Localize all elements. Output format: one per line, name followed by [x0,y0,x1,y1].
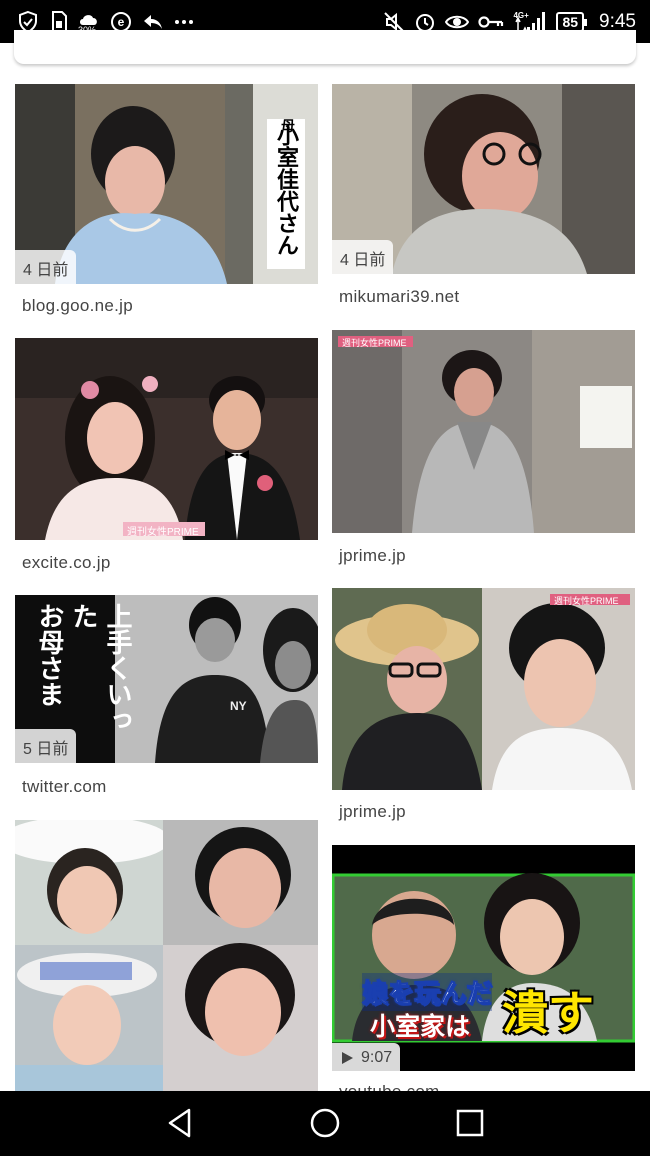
more-icon [174,19,194,25]
source-domain[interactable]: jprime.jp [339,802,406,822]
search-card[interactable] [14,30,636,64]
home-button[interactable] [305,1103,345,1143]
svg-text:e: e [118,15,125,29]
caption-line: お母さま [35,603,65,707]
source-domain[interactable]: twitter.com [22,777,107,797]
caption-line: 小室 [274,124,299,168]
network-type: 4G+ [513,10,529,20]
video-caption-line1: 娘を玩んだ [361,978,493,1009]
thumbnail-image[interactable]: 週刊女性PRIME [15,338,318,540]
back-button[interactable] [160,1103,200,1143]
source-domain[interactable]: blog.goo.ne.jp [22,296,133,316]
age-badge: 4 日前 [332,240,394,274]
watermark: 週刊女性PRIME [127,527,199,538]
battery-level: 85 [562,13,579,30]
watermark: 週刊女性PRIME [554,596,619,606]
thumbnail-image[interactable]: NY 上手くいった お母さま 5 日前 [15,595,318,763]
reply-icon [142,12,164,32]
source-domain[interactable]: mikumari39.net [339,287,459,307]
caption-line: さん [274,212,299,256]
caption-line: 上手くいった [69,603,133,733]
back-icon [168,1108,191,1138]
svg-text:NY: NY [230,699,247,713]
play-icon [342,1052,353,1064]
thumbnail-image[interactable]: 母 小室佳代さん 4 日前 [15,84,318,284]
thumbnail-image[interactable]: 週刊女性PRIME [332,330,635,533]
key-icon [478,14,504,30]
source-domain[interactable]: jprime.jp [339,546,406,566]
battery-icon: 85 [556,11,587,32]
video-duration: 9:07 [361,1049,393,1066]
video-caption-line2: 小室家は [370,1013,471,1041]
recents-button[interactable] [450,1103,490,1143]
watermark: 週刊女性PRIME [342,338,407,348]
navigation-bar [0,1091,650,1156]
caption-line: 佳代 [274,168,299,212]
video-caption-big: 潰す [502,987,594,1039]
thumbnail-image[interactable]: 4 日前 [332,84,635,274]
home-icon [310,1108,340,1138]
video-thumbnail[interactable]: 娘を玩んだ 小室家は 潰す 9:07 [332,845,635,1071]
caption-name: 小室佳代さん [267,124,305,256]
source-domain[interactable]: excite.co.jp [22,553,111,573]
duration-badge: 9:07 [332,1043,401,1071]
recents-icon [456,1109,484,1137]
thumbnail-image[interactable]: 週刊女性PRIME [332,588,635,790]
eye-icon [445,13,470,31]
thumbnail-image[interactable] [15,820,318,1091]
age-badge: 5 日前 [15,729,77,763]
age-badge: 4 日前 [15,250,77,284]
